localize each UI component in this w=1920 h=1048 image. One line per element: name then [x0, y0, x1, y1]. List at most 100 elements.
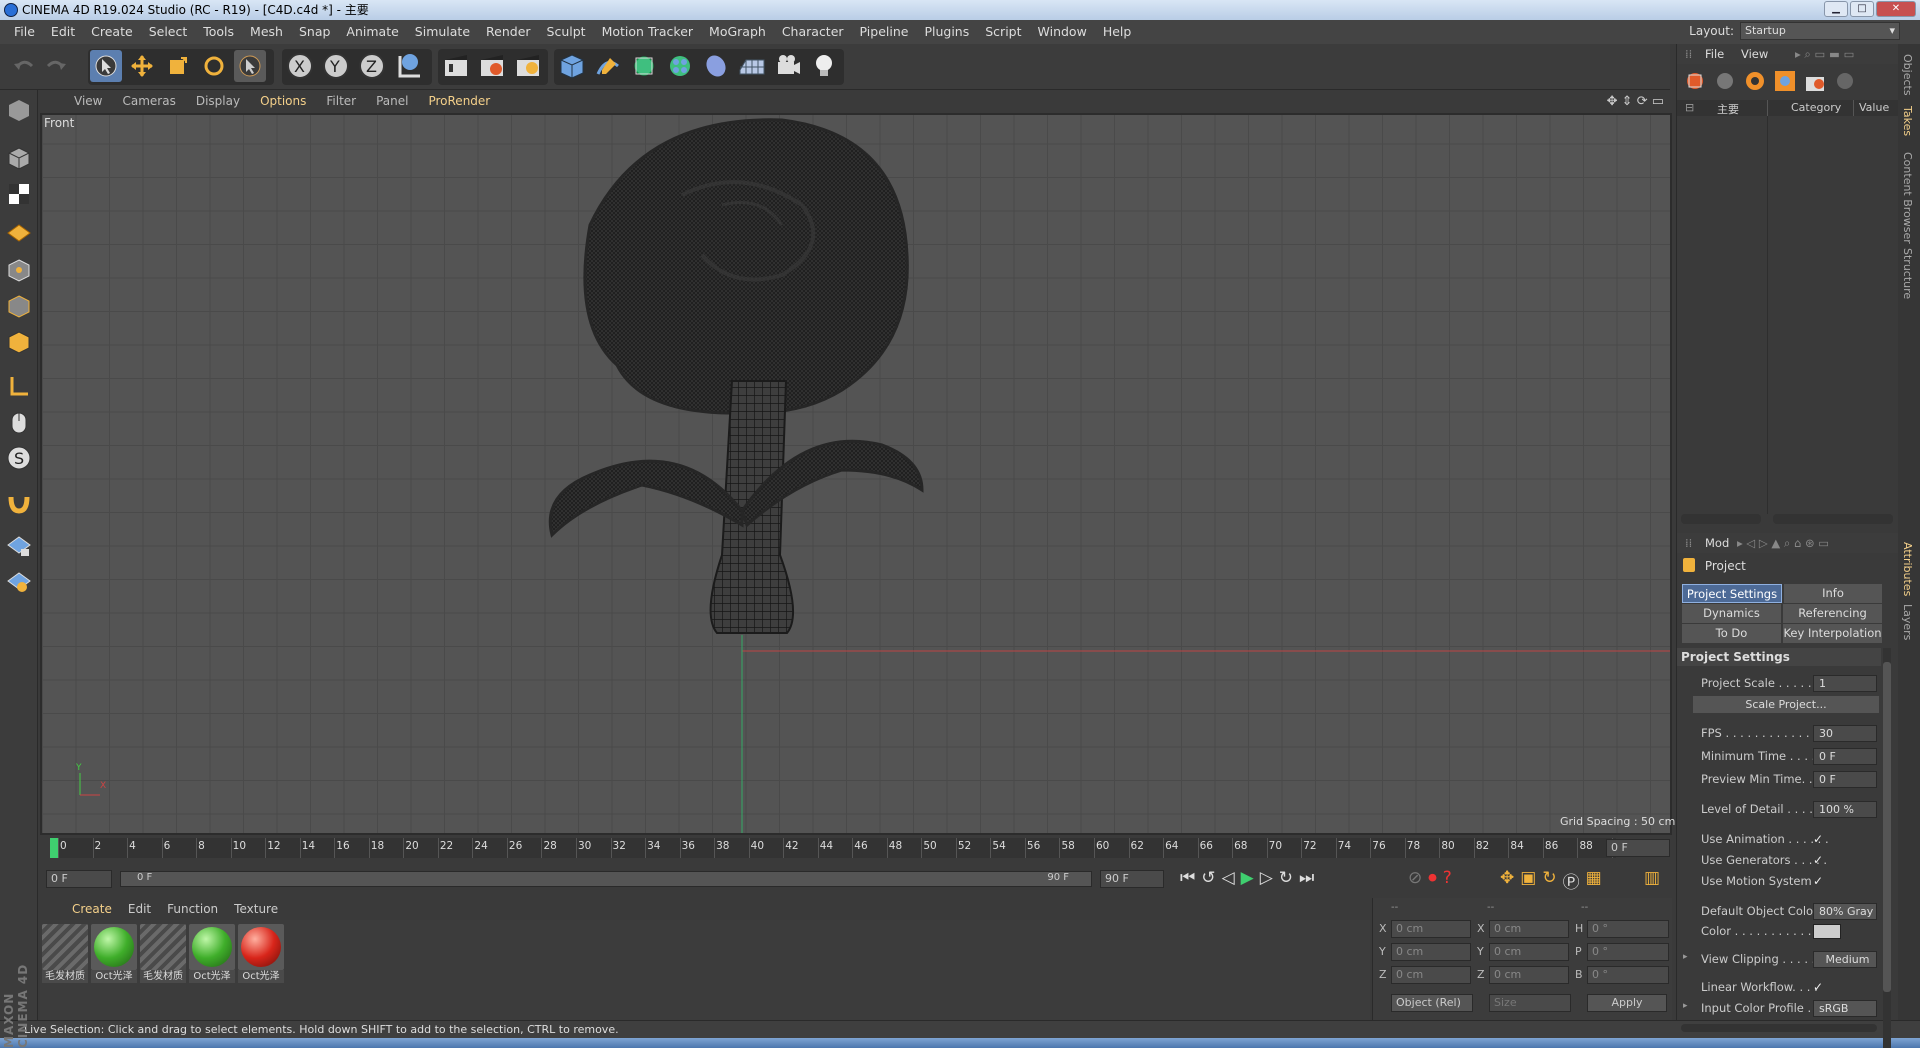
rotate-icon[interactable]	[198, 50, 230, 82]
size-z-field[interactable]: 0 cm	[1489, 966, 1569, 984]
undo-icon[interactable]	[8, 50, 40, 82]
autokey-icon[interactable]: ?	[1443, 868, 1452, 888]
menu-window[interactable]: Window	[1030, 20, 1095, 44]
use-motion-system-checkbox[interactable]: ✓	[1813, 874, 1827, 888]
floor-icon[interactable]	[736, 50, 768, 82]
size-y-field[interactable]: 0 cm	[1489, 943, 1569, 961]
z-axis-icon[interactable]: Z	[356, 50, 388, 82]
scale-project-button[interactable]: Scale Project...	[1693, 696, 1879, 713]
fps-field[interactable]: 30	[1813, 725, 1877, 742]
viewport-menu-filter[interactable]: Filter	[316, 94, 366, 108]
tab-referencing[interactable]: Referencing	[1783, 604, 1882, 623]
render-picture-viewer-icon[interactable]	[476, 50, 508, 82]
menu-snap[interactable]: Snap	[291, 20, 338, 44]
scale-icon[interactable]	[162, 50, 194, 82]
enable-axis-icon[interactable]	[3, 370, 35, 402]
viewport-menu-view[interactable]: View	[64, 94, 112, 108]
close-button[interactable]: ✕	[1876, 1, 1916, 17]
menu-create[interactable]: Create	[83, 20, 141, 44]
menu-simulate[interactable]: Simulate	[407, 20, 478, 44]
cloner-icon[interactable]	[664, 50, 696, 82]
minimize-button[interactable]: ▁	[1824, 1, 1848, 17]
attributes-nav-icons[interactable]: ▸ ◁ ▷ ▲ ⌕ ⌂ ⊛ ▭	[1737, 536, 1829, 551]
menu-select[interactable]: Select	[141, 20, 196, 44]
om-icon-6[interactable]	[1833, 69, 1857, 96]
subdivision-surface-icon[interactable]	[628, 50, 660, 82]
linear-workflow-checkbox[interactable]: ✓	[1813, 980, 1827, 994]
material-oct-green-1[interactable]: Oct光泽	[91, 924, 137, 984]
apply-button[interactable]: Apply	[1587, 994, 1667, 1012]
tab-key-interpolation[interactable]: Key Interpolation	[1783, 624, 1882, 643]
use-animation-checkbox[interactable]: ✓	[1813, 832, 1827, 846]
side-tab-attributes[interactable]: Attributes	[1901, 542, 1914, 596]
coord-size-dropdown[interactable]: Size	[1489, 994, 1571, 1012]
layout-dropdown[interactable]: Startup	[1740, 22, 1900, 40]
use-generators-checkbox[interactable]: ✓	[1813, 853, 1827, 867]
key-parameter-icon[interactable]: Ⓟ	[1563, 868, 1580, 893]
viewport-menu-options[interactable]: Options	[250, 94, 316, 108]
x-axis-icon[interactable]: X	[284, 50, 316, 82]
menu-mograph[interactable]: MoGraph	[701, 20, 774, 44]
viewport-menu-prorender[interactable]: ProRender	[418, 94, 500, 108]
render-view-icon[interactable]	[440, 50, 472, 82]
object-hscroll-right[interactable]	[1773, 514, 1893, 524]
rot-h-field[interactable]: 0 °	[1587, 920, 1669, 938]
rot-b-field[interactable]: 0 °	[1587, 966, 1669, 984]
om-icon-5[interactable]	[1803, 69, 1827, 96]
recent-tool-icon[interactable]	[234, 50, 266, 82]
menu-sculpt[interactable]: Sculpt	[539, 20, 594, 44]
live-selection-icon[interactable]	[90, 50, 122, 82]
menu-character[interactable]: Character	[774, 20, 852, 44]
input-color-profile-dropdown[interactable]: sRGB	[1813, 1000, 1877, 1017]
size-x-field[interactable]: 0 cm	[1489, 920, 1569, 938]
workplane-lock-icon[interactable]	[3, 530, 35, 562]
object-manager-tools-icon[interactable]: ▸ ⌕ ▭ ▬ ▭	[1795, 47, 1854, 62]
coordinate-system-icon[interactable]	[392, 50, 424, 82]
menu-motion-tracker[interactable]: Motion Tracker	[594, 20, 701, 44]
record-icon[interactable]: ⏺	[1428, 868, 1437, 888]
material-menu-create[interactable]: Create	[64, 902, 120, 916]
polygons-mode-icon[interactable]	[3, 326, 35, 358]
make-editable-icon[interactable]	[3, 94, 35, 126]
side-tab-objects[interactable]: Objects	[1901, 54, 1914, 96]
snap-icon[interactable]	[3, 486, 35, 518]
move-icon[interactable]	[126, 50, 158, 82]
timeline-window-icon[interactable]: ▥	[1644, 868, 1660, 888]
menu-tools[interactable]: Tools	[195, 20, 242, 44]
render-settings-icon[interactable]	[512, 50, 544, 82]
goto-start-icon[interactable]: ⏮	[1180, 868, 1195, 888]
color-swatch[interactable]	[1813, 924, 1841, 939]
timeline-ruler[interactable]: 0 2 4 6 8 10 12 14 16 18 20 22 24 26 28 30 32 34 36 38 40 42 4…	[40, 836, 1672, 860]
playhead[interactable]	[50, 838, 58, 858]
object-menu-file[interactable]: File	[1705, 47, 1724, 61]
current-frame-field[interactable]: 0 F	[1606, 839, 1670, 857]
pos-y-field[interactable]: 0 cm	[1391, 943, 1471, 961]
keyframe-mode-icon[interactable]: ⊘	[1408, 868, 1422, 888]
menu-script[interactable]: Script	[977, 20, 1029, 44]
play-icon[interactable]: ▶	[1241, 868, 1254, 888]
minimum-time-field[interactable]: 0 F	[1813, 748, 1877, 765]
tab-dynamics[interactable]: Dynamics	[1682, 604, 1781, 623]
side-tab-layers[interactable]: Layers	[1901, 604, 1914, 640]
side-tab-structure[interactable]: Structure	[1901, 248, 1914, 299]
menu-file[interactable]: File	[6, 20, 43, 44]
workplane-icon[interactable]	[3, 214, 35, 246]
menu-pipeline[interactable]: Pipeline	[852, 20, 917, 44]
redo-icon[interactable]	[40, 50, 72, 82]
y-axis-icon[interactable]: Y	[320, 50, 352, 82]
key-pla-icon[interactable]: ▦	[1586, 868, 1602, 893]
key-rotation-icon[interactable]: ↻	[1542, 868, 1556, 893]
start-frame-field[interactable]: 0 F	[46, 870, 112, 888]
material-oct-green-2[interactable]: Oct光泽	[189, 924, 235, 984]
edges-mode-icon[interactable]	[3, 290, 35, 322]
solo-icon[interactable]: S	[3, 442, 35, 474]
key-position-icon[interactable]: ✥	[1500, 868, 1514, 893]
tab-to-do[interactable]: To Do	[1682, 624, 1781, 643]
axis-workplane-icon[interactable]	[3, 566, 35, 598]
model-mode-icon[interactable]	[3, 142, 35, 174]
prev-key-icon[interactable]: ↺	[1201, 868, 1215, 888]
om-icon-3[interactable]	[1743, 69, 1767, 96]
menu-render[interactable]: Render	[478, 20, 539, 44]
maximize-button[interactable]: □	[1850, 1, 1874, 17]
menu-animate[interactable]: Animate	[338, 20, 406, 44]
